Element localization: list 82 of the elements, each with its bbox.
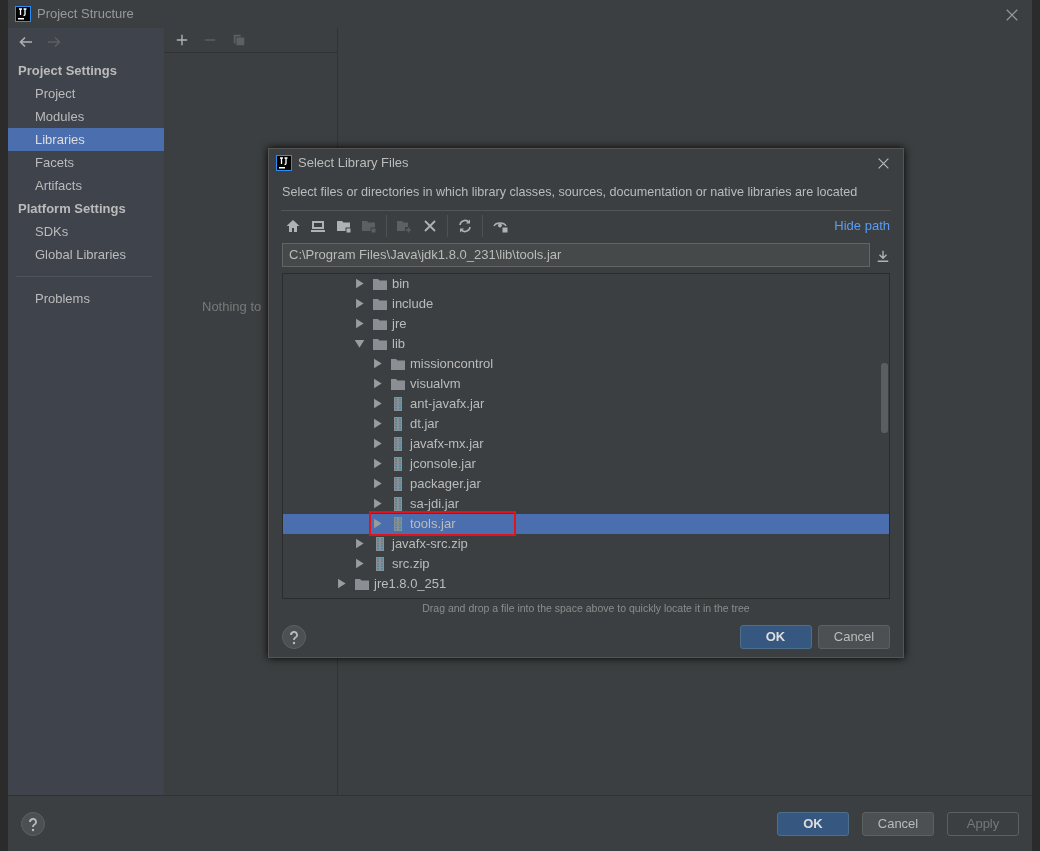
close-icon[interactable] bbox=[877, 157, 890, 171]
refresh-icon[interactable] bbox=[457, 217, 473, 234]
tree-item-label: tools.jar bbox=[410, 515, 456, 534]
tree-row[interactable]: packager.jar bbox=[283, 473, 889, 494]
tree-row[interactable]: visualvm bbox=[283, 373, 889, 394]
section-header: Platform Settings bbox=[17, 200, 127, 219]
sidebar-item[interactable]: Modules bbox=[8, 105, 164, 129]
tree-row[interactable]: jre bbox=[283, 313, 889, 334]
collapse-arrow-icon[interactable] bbox=[372, 418, 383, 430]
tree-item-label: jre bbox=[392, 315, 407, 334]
tree-row[interactable]: javafx-mx.jar bbox=[283, 433, 889, 454]
sidebar-item[interactable]: Project bbox=[8, 82, 164, 106]
sidebar-item[interactable]: Global Libraries bbox=[8, 243, 164, 267]
collapse-arrow-icon[interactable] bbox=[372, 458, 383, 470]
tree-row[interactable]: ant-javafx.jar bbox=[283, 393, 889, 414]
plus-icon[interactable] bbox=[174, 33, 189, 47]
window-title: Project Structure bbox=[37, 5, 135, 24]
ok-button[interactable]: OK bbox=[739, 624, 812, 649]
collapse-arrow-icon[interactable] bbox=[372, 398, 383, 410]
app-logo-icon bbox=[14, 6, 31, 22]
tree-item-label: javafx-src.zip bbox=[392, 535, 468, 554]
collapse-arrow-icon[interactable] bbox=[354, 298, 365, 310]
dialog-description: Select files or directories in which library classes, sources, documentation or native libraries are located bbox=[281, 184, 859, 201]
tree-item-label: include bbox=[392, 295, 434, 314]
ok-button[interactable]: OK bbox=[777, 811, 849, 836]
path-field[interactable]: C:\Program Files\Java\jdk1.8.0_231\lib\tools.jar bbox=[282, 242, 870, 267]
tree-row[interactable]: javafx-src.zip bbox=[283, 533, 889, 554]
sidebar-item[interactable]: Artifacts bbox=[8, 174, 164, 198]
help-button[interactable] bbox=[282, 624, 306, 649]
tree-row[interactable]: missioncontrol bbox=[283, 353, 889, 374]
arrow-left-icon[interactable] bbox=[17, 34, 34, 50]
tree-row[interactable]: dt.jar bbox=[283, 413, 889, 434]
tree-item-label: lib bbox=[392, 335, 405, 354]
collapse-arrow-icon[interactable] bbox=[372, 498, 383, 510]
tree-item-label: src.zip bbox=[392, 555, 430, 574]
help-icon bbox=[28, 817, 38, 832]
collapse-arrow-icon[interactable] bbox=[354, 318, 365, 330]
collapse-arrow-icon[interactable] bbox=[372, 378, 383, 390]
tree-row[interactable]: src.zip bbox=[283, 553, 889, 574]
tree-item-label: javafx-mx.jar bbox=[410, 435, 484, 454]
dialog-title: Select Library Files bbox=[298, 154, 410, 173]
collapse-arrow-icon[interactable] bbox=[372, 438, 383, 450]
section-header: Project Settings bbox=[17, 62, 118, 81]
collapse-arrow-icon[interactable] bbox=[354, 278, 365, 290]
sidebar-item[interactable]: Problems bbox=[8, 287, 164, 311]
tree-item-label: bin bbox=[392, 275, 410, 294]
home-icon[interactable] bbox=[285, 217, 301, 234]
hint-text: Drag and drop a file into the space above to quickly locate it in the tree bbox=[421, 600, 751, 616]
tree-item-label: jconsole.jar bbox=[410, 455, 476, 474]
tree-row[interactable]: jre1.8.0_251 bbox=[283, 573, 889, 594]
tree-row[interactable]: bin bbox=[283, 273, 889, 294]
tree-item-label: ant-javafx.jar bbox=[410, 395, 485, 414]
help-button[interactable] bbox=[21, 811, 45, 836]
tree-row[interactable]: lib bbox=[283, 333, 889, 354]
tree-item-label: visualvm bbox=[410, 375, 461, 394]
tree-item-label: packager.jar bbox=[410, 475, 481, 494]
collapse-arrow-icon[interactable] bbox=[336, 578, 347, 590]
download-icon[interactable] bbox=[876, 248, 890, 263]
tree-item-label: dt.jar bbox=[410, 415, 439, 434]
app-logo-icon bbox=[275, 155, 292, 171]
collapse-arrow-icon[interactable] bbox=[354, 558, 365, 570]
collapse-arrow-icon[interactable] bbox=[372, 478, 383, 490]
tree-row[interactable]: include bbox=[283, 293, 889, 314]
dialog-button[interactable]: Cancel bbox=[818, 624, 890, 649]
expand-arrow-icon[interactable] bbox=[354, 338, 365, 350]
hide-path-link[interactable]: Hide path bbox=[834, 216, 890, 236]
empty-list-text: Nothing to bbox=[202, 299, 262, 314]
collapse-arrow-icon[interactable] bbox=[372, 358, 383, 370]
tree-item-label: jre1.8.0_251 bbox=[374, 575, 447, 594]
sidebar-item[interactable]: Facets bbox=[8, 151, 164, 175]
sidebar-item[interactable]: SDKs bbox=[8, 220, 164, 244]
close-icon[interactable] bbox=[421, 217, 438, 234]
collapse-arrow-icon[interactable] bbox=[354, 538, 365, 550]
tree-item-label: missioncontrol bbox=[410, 355, 494, 374]
tree-item-label: sa-jdi.jar bbox=[410, 495, 460, 514]
help-icon bbox=[289, 630, 299, 645]
tree-row[interactable]: jconsole.jar bbox=[283, 453, 889, 474]
scrollbar-thumb[interactable] bbox=[881, 362, 888, 433]
sidebar-item[interactable]: Libraries bbox=[8, 128, 164, 152]
tree-row[interactable]: sa-jdi.jar bbox=[283, 493, 889, 514]
close-icon[interactable] bbox=[1005, 7, 1019, 22]
dialog-button[interactable]: Cancel bbox=[862, 811, 934, 836]
